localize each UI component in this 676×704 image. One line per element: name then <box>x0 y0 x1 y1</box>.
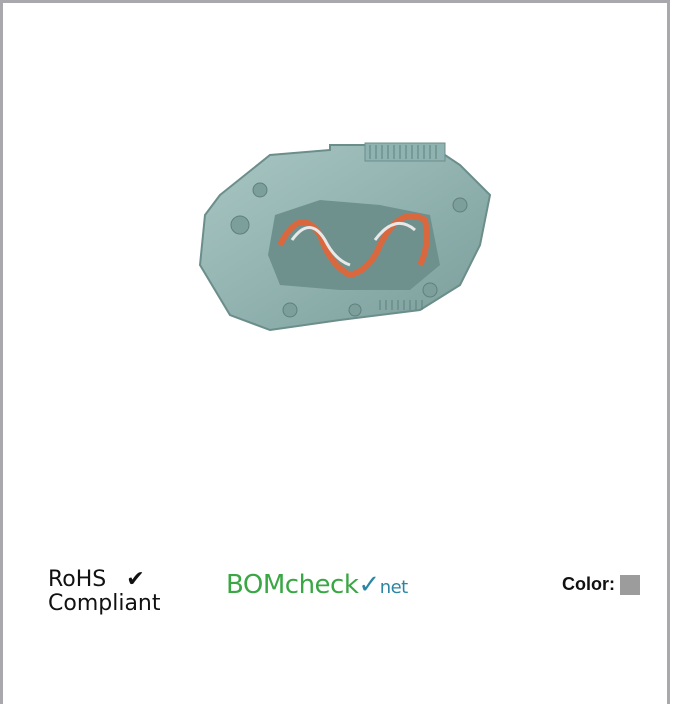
terminal-block-image <box>198 142 492 332</box>
color-label: Color: <box>562 574 615 594</box>
bomcheck-tick-icon: ✓ <box>358 570 380 600</box>
color-swatch <box>620 574 640 595</box>
rohs-compliant-badge: RoHS ✔ Compliant <box>48 568 161 616</box>
bomcheck-logo[interactable]: BOMcheck✓net <box>226 570 408 600</box>
color-indicator: Color: <box>562 574 640 595</box>
bomcheck-net-text: net <box>379 577 409 598</box>
bomcheck-text: BOMcheck <box>226 570 359 600</box>
compliant-label: Compliant <box>48 591 161 616</box>
checkmark-icon: ✔ <box>126 567 145 592</box>
rohs-label: RoHS <box>48 567 107 592</box>
